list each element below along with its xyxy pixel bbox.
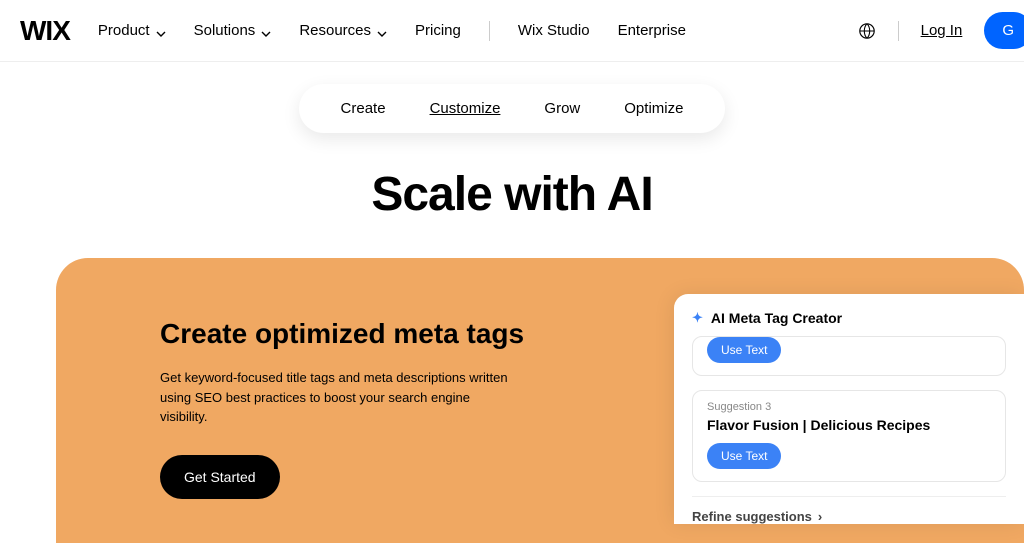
tab-grow[interactable]: Grow xyxy=(544,100,580,117)
sparkle-icon: ✦ xyxy=(692,310,703,326)
divider xyxy=(489,21,490,41)
suggestion-text: Flavor Fusion | Delicious Recipes xyxy=(707,417,991,433)
ai-card-header: ✦ AI Meta Tag Creator xyxy=(692,310,1006,326)
ai-meta-tag-card: ✦ AI Meta Tag Creator Use Text Suggestio… xyxy=(674,294,1024,524)
get-started-button[interactable]: Get Started xyxy=(160,455,280,499)
nav-wix-studio[interactable]: Wix Studio xyxy=(518,22,590,39)
nav-product[interactable]: Product xyxy=(98,22,166,39)
use-text-button[interactable]: Use Text xyxy=(707,443,781,469)
divider xyxy=(898,21,899,41)
suggestion-box-3: Suggestion 3 Flavor Fusion | Delicious R… xyxy=(692,390,1006,482)
chevron-down-icon xyxy=(377,26,387,36)
header: WIX Product Solutions Resources Pricing … xyxy=(0,0,1024,62)
nav-solutions[interactable]: Solutions xyxy=(194,22,272,39)
nav-pricing[interactable]: Pricing xyxy=(415,22,461,39)
ai-card-title: AI Meta Tag Creator xyxy=(711,310,842,326)
suggestion-box-top: Use Text xyxy=(692,336,1006,376)
nav-label: Product xyxy=(98,22,150,39)
chevron-right-icon: › xyxy=(818,509,822,524)
chevron-down-icon xyxy=(156,26,166,36)
login-link[interactable]: Log In xyxy=(921,22,963,39)
tab-optimize[interactable]: Optimize xyxy=(624,100,683,117)
primary-nav: Product Solutions Resources Pricing Wix … xyxy=(98,21,686,41)
chevron-down-icon xyxy=(261,26,271,36)
nav-label: Pricing xyxy=(415,22,461,39)
nav-label: Resources xyxy=(299,22,371,39)
nav-enterprise[interactable]: Enterprise xyxy=(618,22,686,39)
header-cta-button[interactable]: G xyxy=(984,12,1024,49)
suggestion-label: Suggestion 3 xyxy=(707,401,991,413)
tab-create[interactable]: Create xyxy=(341,100,386,117)
refine-suggestions-link[interactable]: Refine suggestions › xyxy=(692,496,1006,524)
nav-resources[interactable]: Resources xyxy=(299,22,387,39)
tab-customize[interactable]: Customize xyxy=(430,100,501,117)
refine-label: Refine suggestions xyxy=(692,509,812,524)
use-text-button[interactable]: Use Text xyxy=(707,337,781,363)
nav-label: Solutions xyxy=(194,22,256,39)
globe-icon[interactable] xyxy=(858,22,876,40)
feature-panel: Create optimized meta tags Get keyword-f… xyxy=(56,258,1024,543)
tabs: Create Customize Grow Optimize xyxy=(299,84,726,133)
header-left: WIX Product Solutions Resources Pricing … xyxy=(20,15,686,47)
tabs-container: Create Customize Grow Optimize xyxy=(0,84,1024,133)
logo[interactable]: WIX xyxy=(20,15,70,47)
feature-description: Get keyword-focused title tags and meta … xyxy=(160,368,520,427)
header-right: Log In G xyxy=(858,12,1004,49)
hero-title: Scale with AI xyxy=(0,167,1024,222)
